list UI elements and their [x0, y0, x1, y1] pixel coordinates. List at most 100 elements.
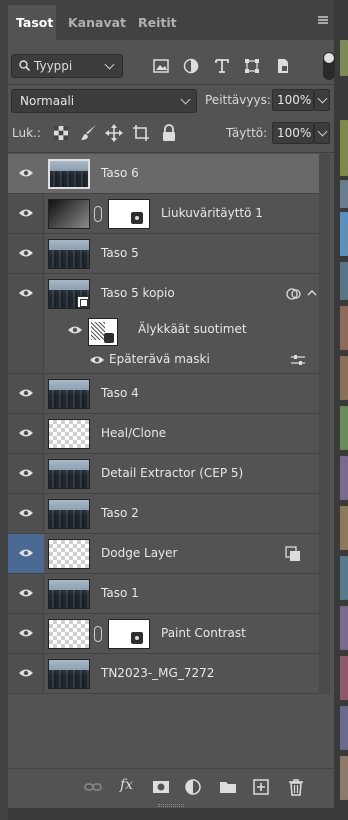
chevron-down-icon [317, 126, 328, 137]
smart-filters-row[interactable]: Älykkäät suotimet [8, 314, 319, 346]
dock-swatch [340, 120, 348, 176]
eye-icon [19, 169, 33, 177]
visibility-toggle[interactable] [8, 194, 44, 233]
smart-filter-mask-thumbnail[interactable] [88, 318, 118, 346]
dock-swatch [340, 656, 348, 700]
layer-row[interactable]: Taso 5 [8, 234, 319, 274]
visibility-toggle[interactable] [8, 374, 44, 413]
opacity-input[interactable]: 100% [272, 89, 314, 111]
layer-row[interactable]: Taso 1 [8, 574, 319, 614]
layer-thumbnail [48, 199, 90, 229]
dock-swatch [340, 456, 348, 500]
dock-swatch [340, 556, 348, 600]
layer-row[interactable]: Taso 2 [8, 494, 319, 534]
dock-swatch [340, 262, 348, 300]
dock-swatch [340, 40, 348, 76]
tab-layers[interactable]: Tasot [8, 5, 56, 40]
layer-row[interactable]: Taso 6 [8, 154, 319, 194]
lock-transparency-icon[interactable] [52, 124, 70, 142]
chevron-down-icon [317, 93, 328, 104]
lock-all-icon[interactable] [160, 124, 178, 142]
adjustment-layer-icon[interactable] [184, 778, 202, 796]
eye-icon [19, 509, 33, 517]
visibility-toggle[interactable] [8, 574, 44, 613]
layer-thumbnail [48, 619, 90, 649]
resize-grip[interactable] [158, 804, 184, 807]
group-folder-icon[interactable] [219, 778, 237, 796]
layer-row[interactable]: Dodge Layer [8, 534, 319, 574]
layer-mask-thumbnail[interactable] [108, 199, 150, 229]
visibility-toggle[interactable] [8, 534, 44, 573]
fill-input[interactable]: 100% [272, 122, 314, 144]
eye-icon [19, 469, 33, 477]
layer-thumbnail [48, 159, 90, 189]
eye-icon[interactable] [90, 355, 104, 365]
fill-label: Täyttö: [226, 126, 268, 140]
layer-name: Heal/Clone [101, 426, 167, 440]
visibility-toggle[interactable] [8, 234, 44, 273]
divider [8, 84, 334, 85]
search-icon [19, 60, 30, 71]
layer-row[interactable]: Taso 5 kopio [8, 274, 319, 314]
layers-panel: Tasot Kanavat Reitit Tyyppi Normaali Pei… [8, 0, 335, 820]
visibility-toggle[interactable] [8, 274, 44, 313]
fx-icon[interactable]: fx [120, 777, 133, 793]
eye-icon [19, 669, 33, 677]
lock-artboard-icon[interactable] [132, 124, 150, 142]
eye-icon [19, 589, 33, 597]
link-icon[interactable] [94, 206, 102, 222]
visibility-toggle[interactable] [8, 154, 44, 193]
type-filter-icon[interactable] [213, 57, 231, 75]
visibility-toggle[interactable] [8, 454, 44, 493]
filter-blending-options-icon[interactable] [290, 354, 306, 366]
image-filter-icon[interactable] [152, 57, 170, 75]
new-layer-icon[interactable] [252, 778, 270, 796]
layer-row[interactable]: Detail Extractor (CEP 5) [8, 454, 319, 494]
adjustment-filter-icon[interactable] [182, 57, 200, 75]
eye-icon [19, 389, 33, 397]
smart-object-filter-icon[interactable] [274, 57, 292, 75]
lock-position-icon[interactable] [105, 124, 123, 142]
trash-icon[interactable] [287, 778, 305, 796]
linked-layer-icon [285, 546, 300, 561]
layer-mask-thumbnail[interactable] [108, 619, 150, 649]
collapse-arrow-icon[interactable] [307, 289, 317, 297]
filter-toggle[interactable] [323, 52, 335, 80]
smart-filter-entry[interactable]: Epäterävä maski [8, 346, 319, 374]
fill-dropdown[interactable] [314, 122, 330, 144]
smart-filter-icon[interactable] [286, 287, 302, 301]
layer-row[interactable]: Heal/Clone [8, 414, 319, 454]
add-mask-icon[interactable] [152, 778, 170, 796]
layer-row[interactable]: Taso 4 [8, 374, 319, 414]
layer-row[interactable]: TN2023-_MG_7272 [8, 654, 319, 694]
shape-filter-icon[interactable] [243, 57, 261, 75]
layer-row[interactable]: Liukuväritäyttö 1 [8, 194, 319, 234]
chevron-down-icon [104, 59, 115, 70]
dock-swatch [340, 180, 348, 208]
layer-name: Paint Contrast [161, 626, 246, 640]
filter-kind-select[interactable]: Tyyppi [11, 54, 123, 78]
layer-thumbnail [48, 659, 90, 689]
layer-row[interactable]: Paint Contrast [8, 614, 319, 654]
layers-scrollbar[interactable] [319, 154, 330, 694]
divider [8, 152, 334, 153]
layer-name: Taso 1 [101, 586, 139, 600]
visibility-toggle[interactable] [8, 414, 44, 453]
blend-mode-select[interactable]: Normaali [11, 89, 197, 113]
tab-paths[interactable]: Reitit [130, 5, 185, 40]
layers-list: Taso 6 Liukuväritäyttö 1 Taso 5 Taso 5 k… [8, 154, 319, 694]
lock-pixels-icon[interactable] [80, 124, 98, 142]
link-layers-icon[interactable] [84, 778, 102, 796]
eye-icon[interactable] [68, 325, 82, 335]
visibility-toggle[interactable] [8, 654, 44, 693]
link-icon[interactable] [94, 626, 102, 642]
visibility-toggle[interactable] [8, 494, 44, 533]
dock-swatch [340, 212, 348, 256]
eye-icon [19, 209, 33, 217]
panel-menu-icon[interactable] [318, 16, 328, 24]
opacity-dropdown[interactable] [314, 89, 330, 111]
layer-name: Taso 5 kopio [101, 286, 175, 300]
tab-channels[interactable]: Kanavat [60, 5, 134, 40]
eye-icon [19, 629, 33, 637]
visibility-toggle[interactable] [8, 614, 44, 653]
